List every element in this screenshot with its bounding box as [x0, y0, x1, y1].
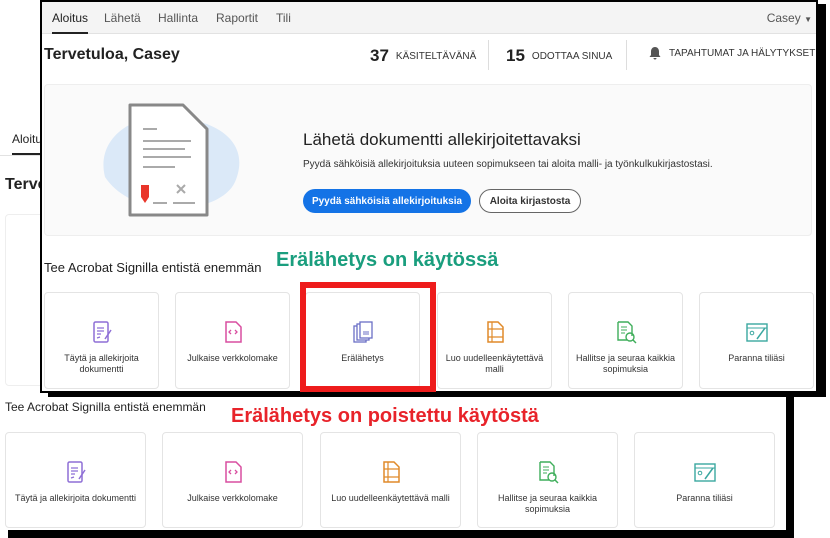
track-agreements-icon	[616, 321, 637, 344]
divider	[488, 40, 489, 70]
tile-label: Paranna tiliäsi	[728, 353, 785, 363]
request-signatures-button[interactable]: Pyydä sähköisiä allekirjoituksia	[303, 189, 471, 213]
divider	[626, 40, 627, 70]
stat-waiting[interactable]: 15 ODOTTAA SINUA	[506, 46, 612, 66]
bell-icon	[649, 47, 661, 60]
nav-aloitus[interactable]: Aloitus	[52, 11, 89, 34]
tile-track-agreements[interactable]: Hallitse ja seuraa kaikkia sopimuksia	[477, 432, 618, 528]
top-nav: Aloitus Lähetä Hallinta Raportit Tili Ca…	[42, 2, 816, 34]
highlight-box	[300, 282, 436, 392]
nav-tili[interactable]: Tili	[276, 11, 291, 25]
stat-count: 15	[506, 46, 525, 65]
tile-upgrade-account[interactable]: Paranna tiliäsi	[699, 292, 814, 389]
template-icon	[382, 461, 400, 483]
tile-label: Luo uudelleenkäytettävä malli	[445, 353, 544, 374]
fill-sign-icon	[66, 461, 86, 483]
annotation-enabled: Erälähetys on käytössä	[276, 249, 499, 271]
tile-fill-sign[interactable]: Täytä ja allekirjoita dokumentti	[44, 292, 159, 389]
tile-label: Täytä ja allekirjoita dokumentti	[64, 353, 139, 374]
tile-track-agreements[interactable]: Hallitse ja seuraa kaikkia sopimuksia	[568, 292, 683, 389]
upgrade-account-icon	[693, 463, 716, 482]
events-label: TAPAHTUMAT JA HÄLYTYKSET	[669, 47, 816, 59]
stat-label: ODOTTAA SINUA	[531, 50, 613, 62]
start-from-library-button[interactable]: Aloita kirjastosta	[479, 189, 581, 213]
tile-label: Hallitse ja seuraa kaikkia sopimuksia	[497, 493, 598, 514]
user-menu[interactable]: Casey ▼	[767, 11, 812, 25]
hero-text: Pyydä sähköisiä allekirjoituksia uuteen …	[303, 159, 713, 170]
web-form-icon	[224, 321, 242, 343]
tile-label: Hallitse ja seuraa kaikkia sopimuksia	[575, 353, 676, 374]
chevron-down-icon: ▼	[804, 15, 812, 24]
tile-label: Täytä ja allekirjoita dokumentti	[14, 493, 137, 503]
tile-web-form[interactable]: Julkaise verkkolomake	[175, 292, 290, 389]
tile-label: Paranna tiliäsi	[676, 493, 733, 503]
tile-label: Luo uudelleenkäytettävä malli	[331, 493, 450, 503]
tile-label: Julkaise verkkolomake	[187, 353, 278, 363]
tile-web-form[interactable]: Julkaise verkkolomake	[162, 432, 303, 528]
page-title: Tervetuloa, Casey	[44, 46, 180, 63]
section-heading: Tee Acrobat Signilla entistä enemmän	[5, 400, 206, 414]
fill-sign-icon	[92, 321, 112, 343]
tile-upgrade-account[interactable]: Paranna tiliäsi	[634, 432, 775, 528]
user-name: Casey	[766, 11, 801, 25]
document-illustration	[103, 103, 240, 217]
template-icon	[486, 321, 504, 343]
track-agreements-icon	[538, 461, 559, 484]
stat-label: KÄSITELTÄVÄNÄ	[395, 50, 477, 62]
nav-laheta[interactable]: Lähetä	[104, 11, 141, 25]
tile-template[interactable]: Luo uudelleenkäytettävä malli	[437, 292, 552, 389]
web-form-icon	[224, 461, 242, 483]
tile-label: Julkaise verkkolomake	[187, 493, 278, 503]
nav-raportit[interactable]: Raportit	[216, 11, 258, 25]
stat-in-progress[interactable]: 37 KÄSITELTÄVÄNÄ	[370, 46, 476, 66]
tile-fill-sign[interactable]: Täytä ja allekirjoita dokumentti	[5, 432, 146, 528]
hero-heading: Lähetä dokumentti allekirjoitettavaksi	[303, 130, 581, 149]
hero-card: Lähetä dokumentti allekirjoitettavaksi P…	[44, 84, 812, 236]
section-heading: Tee Acrobat Signilla entistä enemmän	[44, 260, 262, 275]
tile-template[interactable]: Luo uudelleenkäytettävä malli	[320, 432, 461, 528]
events-alerts-link[interactable]: TAPAHTUMAT JA HÄLYTYKSET	[648, 46, 815, 60]
nav-hallinta[interactable]: Hallinta	[158, 11, 198, 25]
upgrade-account-icon	[745, 323, 768, 342]
stat-count: 37	[370, 46, 389, 65]
annotation-disabled: Erälähetys on poistettu käytöstä	[231, 405, 539, 427]
